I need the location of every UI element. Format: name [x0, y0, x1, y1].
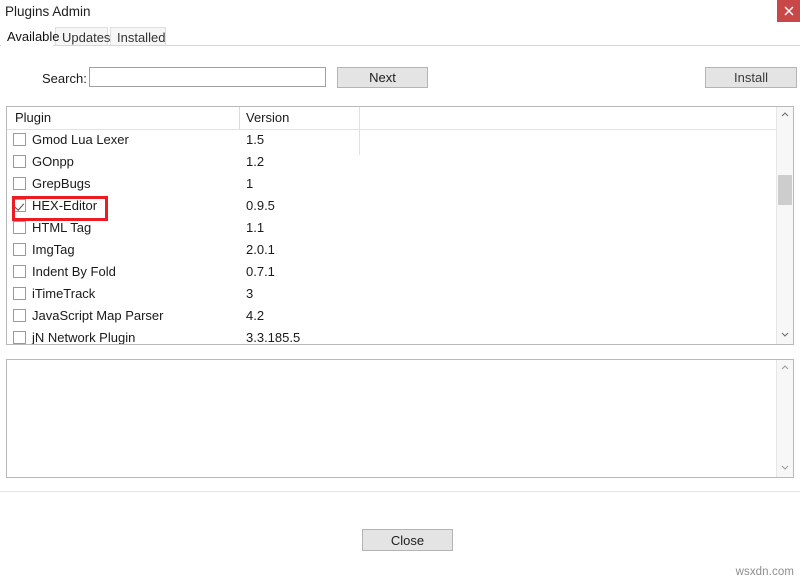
- plugin-name: HTML Tag: [32, 220, 91, 235]
- table-row[interactable]: Indent By Fold 0.7.1: [7, 261, 793, 283]
- table-row[interactable]: jN Network Plugin 3.3.185.5: [7, 327, 793, 345]
- plugin-name: Gmod Lua Lexer: [32, 132, 129, 147]
- chevron-down-icon: [781, 332, 789, 337]
- plugin-version: 4.2: [246, 308, 264, 323]
- scroll-up-button[interactable]: [777, 107, 793, 124]
- plugin-checkbox[interactable]: [13, 177, 26, 190]
- table-row[interactable]: GrepBugs 1: [7, 173, 793, 195]
- plugin-list-rows: Gmod Lua Lexer 1.5 GOnpp 1.2 GrepBugs 1 HEX-Ed…: [7, 129, 793, 345]
- plugin-checkbox[interactable]: [13, 287, 26, 300]
- description-scrollbar[interactable]: [776, 360, 793, 477]
- plugin-checkbox[interactable]: [13, 199, 26, 212]
- next-button[interactable]: Next: [337, 67, 428, 88]
- plugin-version: 0.7.1: [246, 264, 275, 279]
- column-divider-1[interactable]: [239, 107, 240, 129]
- description-scroll-up-button[interactable]: [777, 360, 793, 377]
- plugin-name: GOnpp: [32, 154, 74, 169]
- chevron-down-icon: [781, 465, 789, 470]
- plugin-checkbox[interactable]: [13, 331, 26, 344]
- plugin-checkbox[interactable]: [13, 243, 26, 256]
- plugin-version: 1.1: [246, 220, 264, 235]
- column-header-plugin[interactable]: Plugin: [15, 110, 51, 125]
- plugin-version: 1.5: [246, 132, 264, 147]
- column-header-version[interactable]: Version: [246, 110, 289, 125]
- tab-available[interactable]: Available: [1, 27, 53, 46]
- window-title: Plugins Admin: [5, 4, 91, 19]
- plugin-version: 2.0.1: [246, 242, 275, 257]
- plugin-version: 1.2: [246, 154, 264, 169]
- close-dialog-button[interactable]: Close: [362, 529, 453, 551]
- table-row[interactable]: JavaScript Map Parser 4.2: [7, 305, 793, 327]
- plugin-list-header: Plugin Version: [7, 107, 793, 130]
- table-row[interactable]: Gmod Lua Lexer 1.5: [7, 129, 793, 151]
- plugin-version: 3.3.185.5: [246, 330, 300, 345]
- title-bar: Plugins Admin: [0, 0, 800, 24]
- plugin-checkbox[interactable]: [13, 265, 26, 278]
- install-button[interactable]: Install: [705, 67, 797, 88]
- plugin-name: iTimeTrack: [32, 286, 95, 301]
- close-x-icon: [784, 6, 794, 16]
- plugin-version: 1: [246, 176, 253, 191]
- plugin-version: 0.9.5: [246, 198, 275, 213]
- scrollbar-thumb[interactable]: [778, 175, 792, 205]
- plugin-checkbox[interactable]: [13, 309, 26, 322]
- plugin-name: ImgTag: [32, 242, 75, 257]
- search-input[interactable]: [89, 67, 326, 87]
- plugin-name: GrepBugs: [32, 176, 91, 191]
- plugin-version: 3: [246, 286, 253, 301]
- tab-installed[interactable]: Installed: [110, 27, 166, 46]
- plugin-list-scrollbar[interactable]: [776, 107, 793, 344]
- plugin-name: Indent By Fold: [32, 264, 116, 279]
- chevron-up-icon: [781, 112, 789, 117]
- tab-updates[interactable]: Updates: [55, 27, 108, 46]
- table-row[interactable]: HEX-Editor 0.9.5: [7, 195, 793, 217]
- plugin-name: HEX-Editor: [32, 198, 97, 213]
- plugin-name: jN Network Plugin: [32, 330, 135, 345]
- window-close-button[interactable]: [777, 0, 800, 22]
- tab-strip: Updates Installed Available: [0, 27, 800, 46]
- scroll-down-button[interactable]: [777, 327, 793, 344]
- search-label: Search:: [42, 71, 87, 86]
- plugin-checkbox[interactable]: [13, 133, 26, 146]
- table-row[interactable]: iTimeTrack 3: [7, 283, 793, 305]
- watermark: wsxdn.com: [736, 566, 794, 578]
- plugin-name: JavaScript Map Parser: [32, 308, 164, 323]
- plugin-description-panel: [6, 359, 794, 478]
- chevron-up-icon: [781, 365, 789, 370]
- plugin-checkbox[interactable]: [13, 221, 26, 234]
- description-scroll-down-button[interactable]: [777, 460, 793, 477]
- plugin-list-panel: Plugin Version Gmod Lua Lexer 1.5 GOnpp 1.2…: [6, 106, 794, 345]
- table-row[interactable]: HTML Tag 1.1: [7, 217, 793, 239]
- table-row[interactable]: GOnpp 1.2: [7, 151, 793, 173]
- footer-separator: [0, 491, 800, 492]
- table-row[interactable]: ImgTag 2.0.1: [7, 239, 793, 261]
- plugin-checkbox[interactable]: [13, 155, 26, 168]
